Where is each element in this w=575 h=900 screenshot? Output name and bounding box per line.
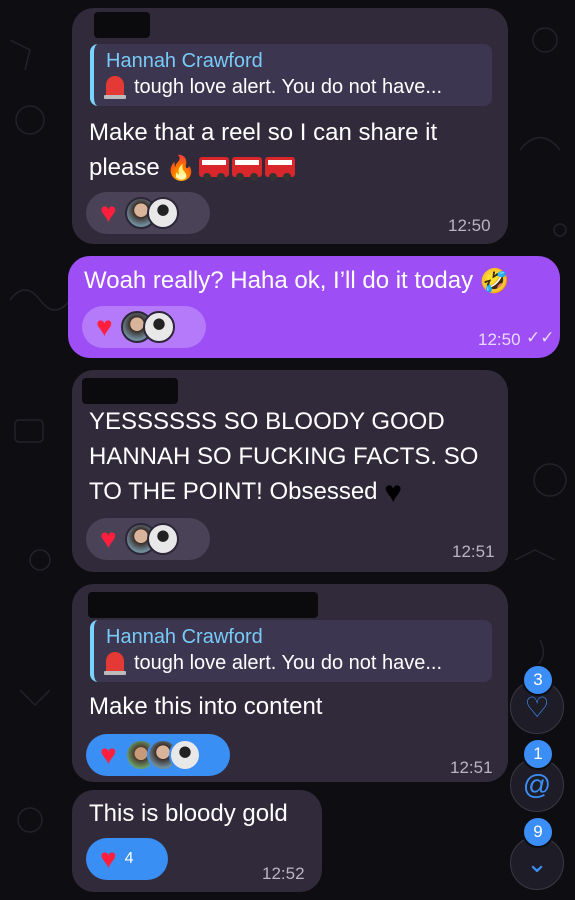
incoming-message-praise[interactable]: YESSSSSS SO BLOODY GOOD HANNAH SO FUCKIN… (72, 370, 508, 572)
outgoing-message[interactable]: Woah really? Haha ok, I’ll do it today 🤣… (68, 256, 560, 358)
fire-engine-icon (199, 157, 230, 181)
reaction-pill[interactable]: ♥ (86, 192, 210, 234)
laughing-emoji-icon: 🤣 (479, 268, 510, 296)
heart-icon: ♥ (100, 523, 117, 554)
heart-icon: ♥ (96, 311, 113, 342)
message-time: 12:50 (478, 330, 521, 349)
quote-snippet: tough love alert. You do not have... (104, 652, 442, 675)
redacted-sender-name (88, 592, 318, 618)
fire-engine-icon (265, 157, 296, 181)
incoming-message-gold[interactable]: This is bloody gold ♥ 4 12:52 (72, 790, 322, 892)
siren-icon (104, 76, 126, 99)
avatar (142, 311, 175, 343)
message-time: 12:51 (450, 758, 493, 777)
chevron-down-icon: ⌄ (526, 847, 548, 878)
read-checkmarks-icon: ✓✓ (526, 328, 555, 347)
heart-icon: ♥ (100, 843, 117, 874)
avatar (168, 739, 201, 771)
at-sign-icon: @ (522, 769, 552, 800)
incoming-message-reel-request[interactable]: Hannah Crawford tough love alert. You do… (72, 8, 508, 244)
avatar (146, 523, 179, 555)
message-text: This is bloody gold (89, 800, 288, 827)
redacted-sender-name (82, 378, 178, 404)
mentions-count-badge: 1 (522, 738, 554, 770)
siren-icon (104, 652, 126, 675)
quote-snippet: tough love alert. You do not have... (104, 76, 442, 99)
black-heart-icon: ♥ (384, 476, 403, 510)
message-text: Make that a reel so I can share it pleas… (89, 115, 437, 186)
message-time: 12:52 (262, 864, 305, 883)
fire-engine-icon (232, 157, 263, 181)
reaction-pill[interactable]: ♥ 4 (86, 838, 168, 880)
message-time: 12:50 (448, 216, 491, 235)
avatar (146, 197, 179, 229)
message-text: Woah really? Haha ok, I’ll do it today 🤣 (84, 263, 510, 299)
reply-quote[interactable]: Hannah Crawford tough love alert. You do… (90, 44, 492, 106)
reaction-pill[interactable]: ♥ (82, 306, 206, 348)
reactions-count-badge: 3 (522, 664, 554, 696)
reply-quote[interactable]: Hannah Crawford tough love alert. You do… (90, 620, 492, 682)
incoming-message-content-request[interactable]: Hannah Crawford tough love alert. You do… (72, 584, 508, 782)
reaction-pill[interactable]: ♥ (86, 518, 210, 560)
message-text: Make this into content (89, 693, 323, 720)
quote-sender-name: Hannah Crawford (106, 626, 263, 648)
fire-icon: 🔥 (166, 155, 197, 183)
reaction-count: 4 (124, 850, 134, 867)
reaction-pill[interactable]: ♥ (86, 734, 230, 776)
redacted-sender-name (94, 12, 150, 38)
heart-icon: ♥ (100, 739, 117, 770)
heart-icon: ♥ (100, 197, 117, 228)
quote-sender-name: Hannah Crawford (106, 50, 263, 72)
message-text: YESSSSSS SO BLOODY GOOD HANNAH SO FUCKIN… (89, 408, 479, 510)
unread-count-badge: 9 (522, 816, 554, 848)
message-time: 12:51 (452, 542, 495, 561)
